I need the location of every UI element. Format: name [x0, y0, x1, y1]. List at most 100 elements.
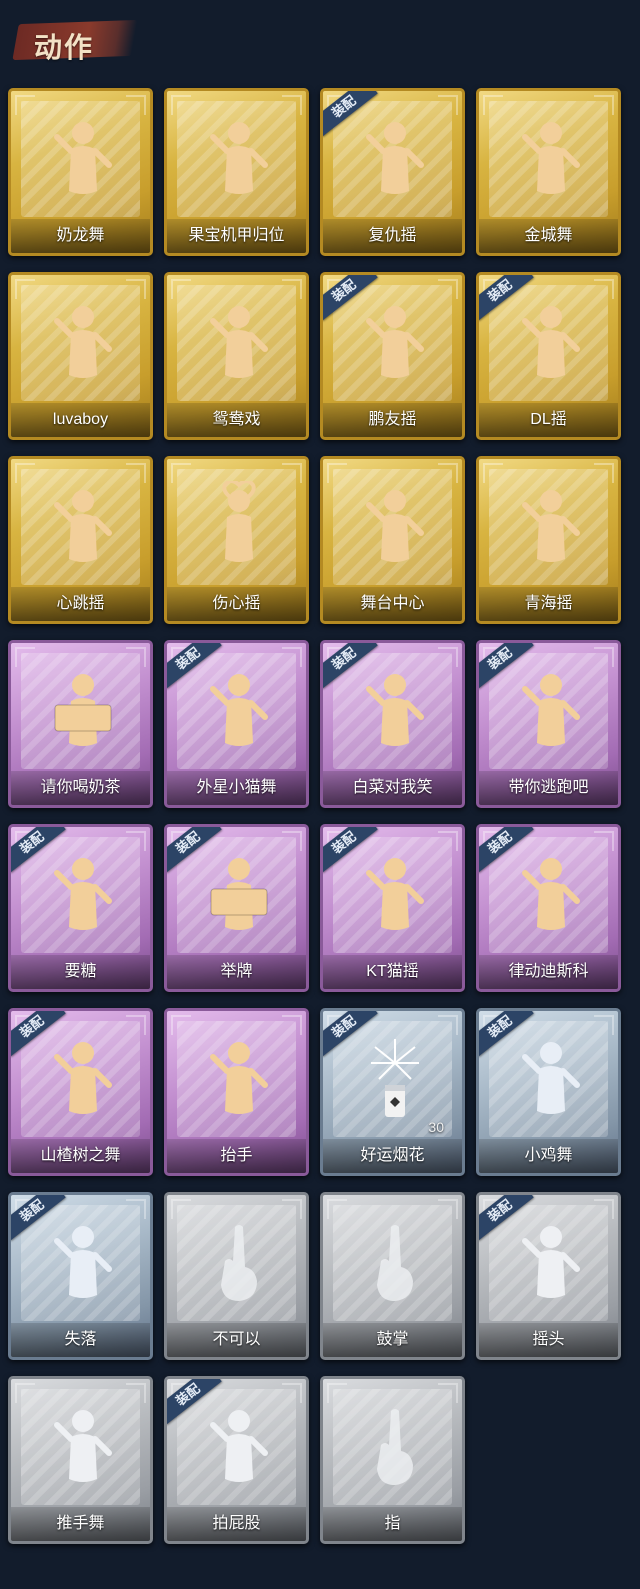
- action-card[interactable]: 请你喝奶茶: [8, 640, 153, 808]
- action-card[interactable]: 山楂树之舞 装配: [8, 1008, 153, 1176]
- action-label: 好运烟花: [360, 1147, 425, 1164]
- clapping-hands-icon: [361, 1217, 429, 1313]
- action-label: 奶龙舞: [56, 227, 105, 244]
- card-corner-ornament: [126, 95, 146, 115]
- action-card[interactable]: 拍屁股 装配: [164, 1376, 309, 1544]
- card-corner-ornament: [594, 95, 614, 115]
- action-label: 复仇摇: [368, 227, 417, 244]
- card-corner-ornament: [438, 463, 458, 483]
- action-label: 抬手: [220, 1147, 253, 1164]
- card-corner-ornament: [594, 1015, 614, 1035]
- action-card[interactable]: 白菜对我笑 装配: [320, 640, 465, 808]
- action-card[interactable]: luvaboy: [8, 272, 153, 440]
- action-card[interactable]: 奶龙舞: [8, 88, 153, 256]
- action-label: 心跳摇: [56, 595, 105, 612]
- card-corner-ornament: [15, 463, 35, 483]
- action-card[interactable]: 复仇摇 装配: [320, 88, 465, 256]
- action-card[interactable]: 外星小猫舞 装配: [164, 640, 309, 808]
- sign-holding-figure-icon: [49, 665, 117, 761]
- card-corner-ornament: [171, 279, 191, 299]
- dancing-figure-icon: [361, 849, 429, 945]
- card-corner-ornament: [282, 1199, 302, 1219]
- dancing-figure-icon: [49, 1033, 117, 1129]
- action-card[interactable]: 鸳鸯戏: [164, 272, 309, 440]
- card-corner-ornament: [126, 463, 146, 483]
- raise-hand-figure-icon: [205, 1033, 273, 1129]
- card-corner-ornament: [282, 831, 302, 851]
- action-label: 鹏友摇: [368, 411, 417, 428]
- action-label: 要糖: [64, 963, 97, 980]
- card-corner-ornament: [438, 1383, 458, 1403]
- action-card[interactable]: 要糖 装配: [8, 824, 153, 992]
- action-label: 请你喝奶茶: [40, 779, 121, 796]
- action-label: 不可以: [212, 1331, 261, 1348]
- action-card[interactable]: 伤心摇: [164, 456, 309, 624]
- card-corner-ornament: [483, 95, 503, 115]
- card-corner-ornament: [171, 1199, 191, 1219]
- butt-slap-figure-icon: [205, 1401, 273, 1497]
- action-card[interactable]: 青海摇: [476, 456, 621, 624]
- action-card[interactable]: 抬手: [164, 1008, 309, 1176]
- card-corner-ornament: [438, 95, 458, 115]
- action-label: 山楂树之舞: [40, 1147, 121, 1164]
- action-grid: 奶龙舞 果宝机甲归位 复仇摇 装配 金城舞 luvaboy 鸳鸯戏 鹏友摇 装配 D…: [8, 88, 621, 1544]
- action-label: 摇头: [532, 1331, 565, 1348]
- dancing-figure-icon: [361, 665, 429, 761]
- action-label: 律动迪斯科: [508, 963, 589, 980]
- card-corner-ornament: [126, 647, 146, 667]
- card-corner-ornament: [438, 1015, 458, 1035]
- action-label: 果宝机甲归位: [188, 227, 285, 244]
- action-label: 举牌: [220, 963, 253, 980]
- action-label: 舞台中心: [360, 595, 425, 612]
- sign-holding-figure-icon: [205, 849, 273, 945]
- action-label: 小鸡舞: [524, 1147, 573, 1164]
- action-card[interactable]: 指: [320, 1376, 465, 1544]
- action-card[interactable]: DL摇 装配: [476, 272, 621, 440]
- action-card[interactable]: KT猫摇 装配: [320, 824, 465, 992]
- card-corner-ornament: [327, 1199, 347, 1219]
- action-label: 失落: [64, 1331, 97, 1348]
- card-corner-ornament: [594, 647, 614, 667]
- action-card[interactable]: 失落 装配: [8, 1192, 153, 1360]
- card-corner-ornament: [594, 831, 614, 851]
- dancing-figure-icon: [517, 849, 585, 945]
- dancing-figure-icon: [517, 297, 585, 393]
- card-corner-ornament: [282, 463, 302, 483]
- action-card[interactable]: 心跳摇: [8, 456, 153, 624]
- dancing-figure-icon: [49, 297, 117, 393]
- card-corner-ornament: [327, 1383, 347, 1403]
- action-card[interactable]: 带你逃跑吧 装配: [476, 640, 621, 808]
- dancing-figure-icon: [205, 665, 273, 761]
- card-corner-ornament: [171, 463, 191, 483]
- action-card[interactable]: 好运烟花 30 装配: [320, 1008, 465, 1176]
- card-corner-ornament: [438, 647, 458, 667]
- card-corner-ornament: [126, 1199, 146, 1219]
- card-corner-ornament: [594, 1199, 614, 1219]
- action-label: 外星小猫舞: [196, 779, 277, 796]
- action-label: 推手舞: [56, 1515, 105, 1532]
- card-corner-ornament: [15, 279, 35, 299]
- action-card[interactable]: 举牌 装配: [164, 824, 309, 992]
- dancing-figure-icon: [49, 481, 117, 577]
- push-dance-figure-icon: [49, 1401, 117, 1497]
- card-corner-ornament: [126, 1383, 146, 1403]
- action-card[interactable]: 摇头 装配: [476, 1192, 621, 1360]
- card-corner-ornament: [282, 279, 302, 299]
- action-card[interactable]: 舞台中心: [320, 456, 465, 624]
- card-corner-ornament: [15, 647, 35, 667]
- action-card[interactable]: 金城舞: [476, 88, 621, 256]
- action-card[interactable]: 鹏友摇 装配: [320, 272, 465, 440]
- action-card[interactable]: 律动迪斯科 装配: [476, 824, 621, 992]
- action-card[interactable]: 推手舞: [8, 1376, 153, 1544]
- heart-hands-figure-icon: [205, 479, 273, 577]
- card-corner-ornament: [483, 463, 503, 483]
- action-card[interactable]: 鼓掌: [320, 1192, 465, 1360]
- action-card[interactable]: 果宝机甲归位: [164, 88, 309, 256]
- action-label: 鸳鸯戏: [212, 411, 261, 428]
- card-corner-ornament: [438, 279, 458, 299]
- item-count: 30: [428, 1119, 444, 1135]
- action-card[interactable]: 不可以: [164, 1192, 309, 1360]
- action-card[interactable]: 小鸡舞 装配: [476, 1008, 621, 1176]
- dancing-figure-icon: [361, 113, 429, 209]
- dancing-figure-icon: [517, 113, 585, 209]
